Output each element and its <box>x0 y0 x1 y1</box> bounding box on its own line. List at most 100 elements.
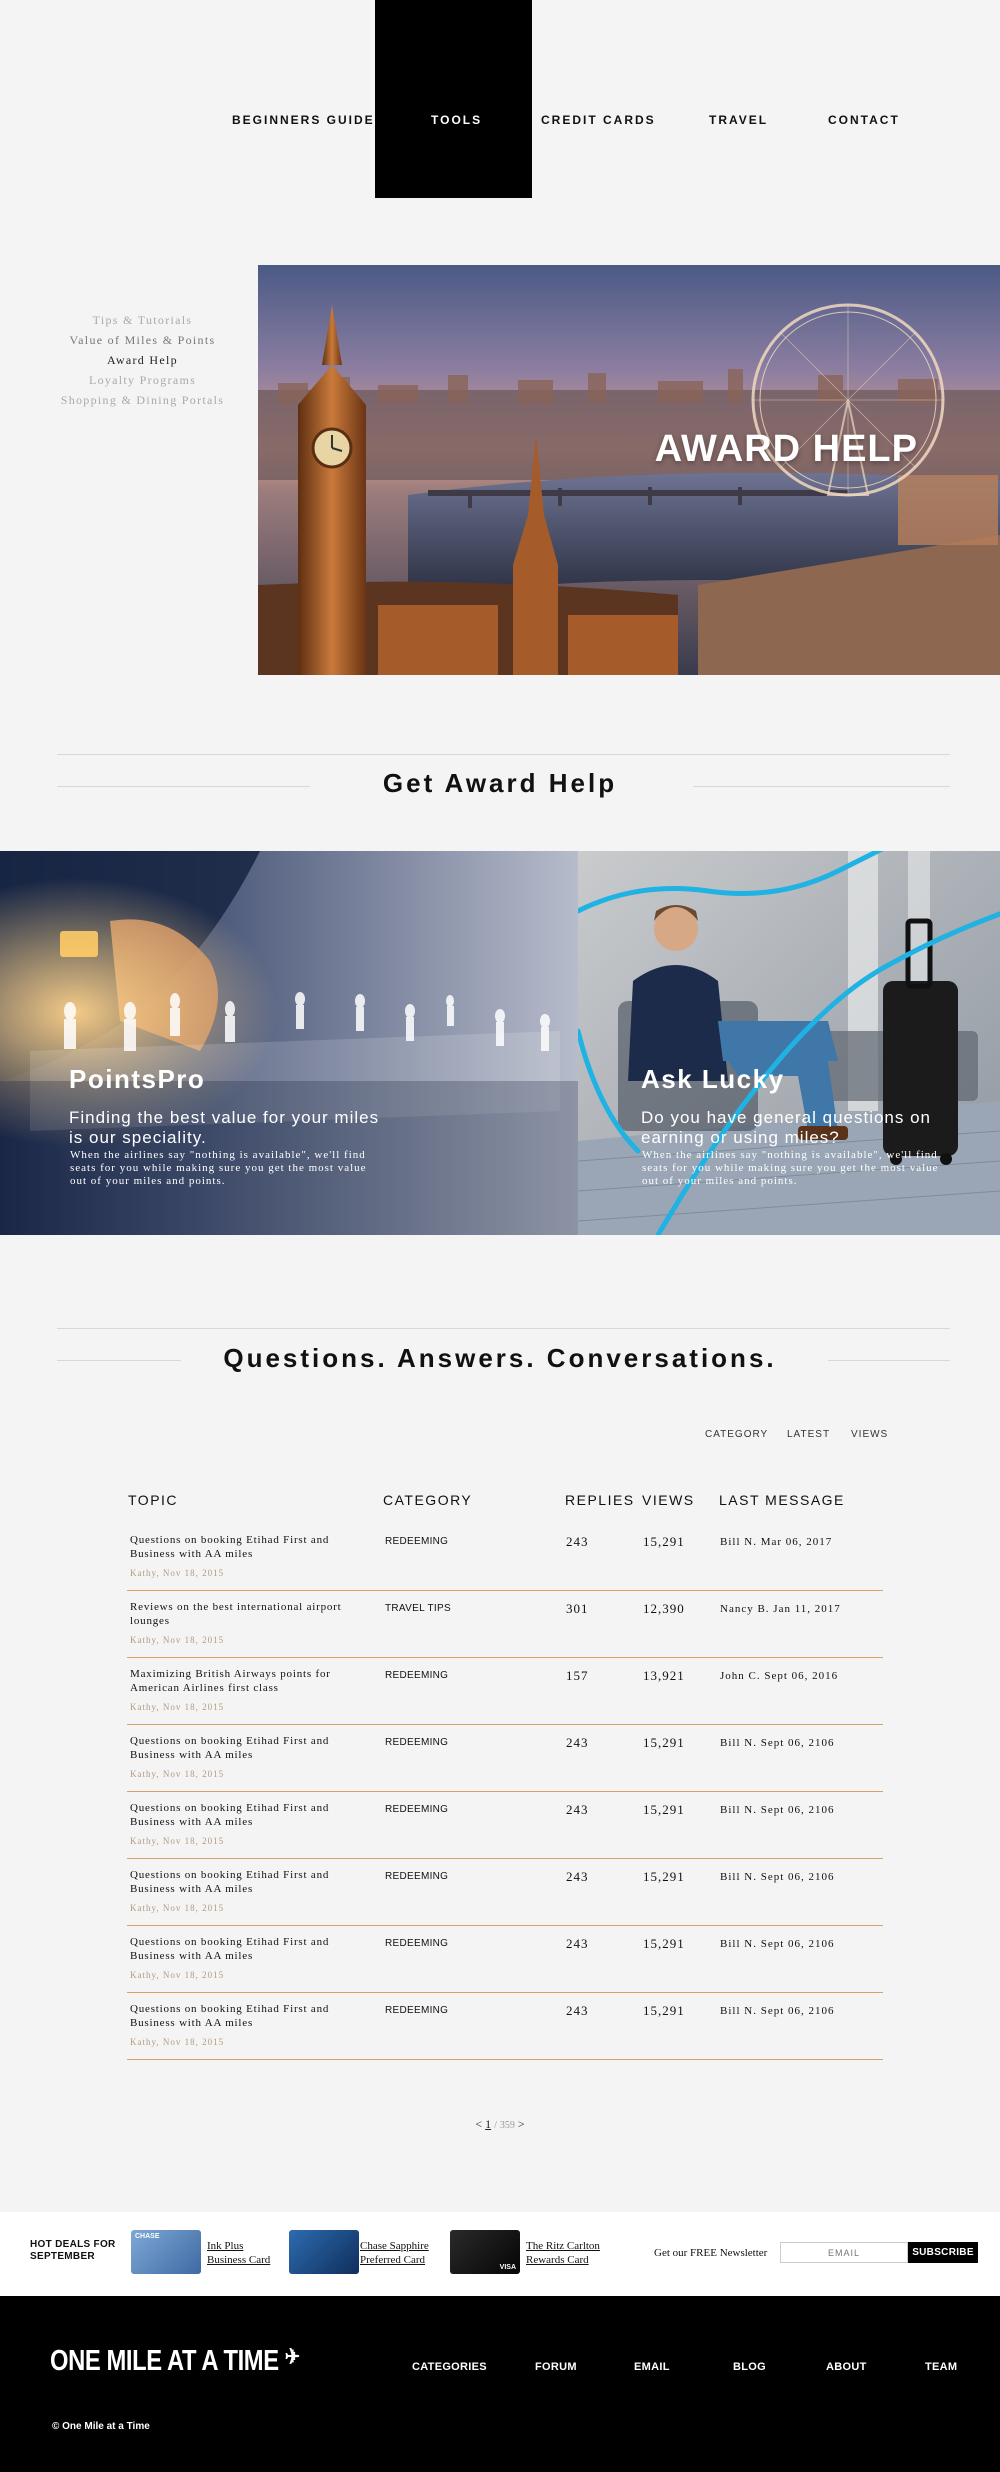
copyright: © One Mile at a Time <box>52 2421 150 2432</box>
footer-link-blog[interactable]: BLOG <box>733 2361 766 2373</box>
topic-link[interactable]: Reviews on the best international airpor… <box>130 1600 370 1628</box>
table-row[interactable]: Questions on booking Etihad First and Bu… <box>127 1725 883 1792</box>
sort-by-category[interactable]: CATEGORY <box>705 1429 768 1440</box>
topic-views: 15,291 <box>643 1936 685 1951</box>
nav-item-travel[interactable]: TRAVEL <box>709 113 768 127</box>
pagination-current[interactable]: 1 <box>485 2117 491 2131</box>
table-row[interactable]: Questions on booking Etihad First and Bu… <box>127 1524 883 1591</box>
subscribe-button[interactable]: SUBSCRIBE <box>908 2242 978 2263</box>
deal-ritz-line1: The Ritz Carlton <box>526 2240 600 2252</box>
topic-replies: 243 <box>566 1802 589 1817</box>
footer-link-categories[interactable]: CATEGORIES <box>412 2361 487 2373</box>
topic-replies: 243 <box>566 1936 589 1951</box>
topic-link[interactable]: Questions on booking Etihad First and Bu… <box>130 1935 370 1963</box>
hero-title: AWARD HELP <box>654 428 918 470</box>
topic-replies: 301 <box>566 1601 589 1616</box>
topic-replies: 243 <box>566 1534 589 1549</box>
topic-last-message: Bill N. Sept 06, 2106 <box>720 1737 835 1749</box>
site-footer: ONE MILE AT A TIME ✈ CATEGORIES FORUM EM… <box>0 2296 1000 2472</box>
topic-link[interactable]: Questions on booking Etihad First and Bu… <box>130 1868 370 1896</box>
topic-last-message: Nancy B. Jan 11, 2017 <box>720 1603 841 1615</box>
pointspro-description: When the airlines say "nothing is availa… <box>70 1149 367 1187</box>
topic-category: REDEEMING <box>385 1737 449 1748</box>
section-title-forum: Questions. Answers. Conversations. <box>223 1343 777 1373</box>
pagination-prev[interactable]: < <box>475 2117 482 2131</box>
footer-link-about[interactable]: ABOUT <box>826 2361 867 2373</box>
section-title-award-help: Get Award Help <box>382 768 618 798</box>
deal-ink-plus-link[interactable]: Ink Plus Business Card <box>207 2239 270 2267</box>
table-row[interactable]: Questions on booking Etihad First and Bu… <box>127 1926 883 1993</box>
nav-item-tools[interactable]: TOOLS <box>431 113 482 127</box>
topic-link[interactable]: Questions on booking Etihad First and Bu… <box>130 2002 370 2030</box>
topic-category: REDEEMING <box>385 1938 449 1949</box>
table-row[interactable]: Questions on booking Etihad First and Bu… <box>127 1792 883 1859</box>
topic-link[interactable]: Questions on booking Etihad First and Bu… <box>130 1801 370 1829</box>
deal-ink-plus-line1: Ink Plus <box>207 2240 244 2252</box>
table-row[interactable]: Reviews on the best international airpor… <box>127 1591 883 1658</box>
topic-link[interactable]: Questions on booking Etihad First and Bu… <box>130 1533 370 1561</box>
column-header-views: VIEWS <box>642 1492 695 1508</box>
top-navigation: BEGINNERS GUIDE TOOLS CREDIT CARDS TRAVE… <box>0 0 1000 200</box>
ink-plus-card-image[interactable]: CHASE <box>131 2230 201 2274</box>
sapphire-card-image[interactable] <box>289 2230 359 2274</box>
deal-ritz-link[interactable]: The Ritz Carlton Rewards Card <box>526 2239 600 2267</box>
topic-category: REDEEMING <box>385 1536 449 1547</box>
table-row[interactable]: Questions on booking Etihad First and Bu… <box>127 1993 883 2060</box>
topic-author: Kathy, Nov 18, 2015 <box>130 1836 225 1846</box>
topic-category: REDEEMING <box>385 1670 449 1681</box>
topic-views: 15,291 <box>643 1869 685 1884</box>
topic-category: REDEEMING <box>385 2005 449 2016</box>
deal-sapphire-line1: Chase Sapphire <box>360 2240 429 2252</box>
sort-by-views[interactable]: VIEWS <box>851 1429 888 1440</box>
deals-title-line2: SEPTEMBER <box>30 2251 95 2262</box>
topic-last-message: Bill N. Sept 06, 2106 <box>720 1804 835 1816</box>
section-divider <box>57 1328 950 1329</box>
sort-by-latest[interactable]: LATEST <box>787 1429 830 1440</box>
pagination-next[interactable]: > <box>518 2117 525 2131</box>
topic-link[interactable]: Maximizing British Airways points for Am… <box>130 1667 370 1695</box>
nav-active-highlight <box>375 0 532 198</box>
table-row[interactable]: Maximizing British Airways points for Am… <box>127 1658 883 1725</box>
table-row[interactable]: Questions on booking Etihad First and Bu… <box>127 1859 883 1926</box>
footer-link-team[interactable]: TEAM <box>925 2361 957 2373</box>
topic-replies: 243 <box>566 1735 589 1750</box>
topic-views: 15,291 <box>643 1534 685 1549</box>
sidebar-item-shopping-dining[interactable]: Shopping & Dining Portals <box>40 390 245 410</box>
sidebar-item-loyalty-programs[interactable]: Loyalty Programs <box>40 370 245 390</box>
deal-ritz-line2: Rewards Card <box>526 2254 589 2266</box>
deals-title: HOT DEALS FOR SEPTEMBER <box>30 2239 116 2263</box>
topic-views: 15,291 <box>643 1735 685 1750</box>
nav-item-credit-cards[interactable]: CREDIT CARDS <box>541 113 656 127</box>
topic-category: REDEEMING <box>385 1871 449 1882</box>
pointspro-subtitle: Finding the best value for your miles is… <box>69 1108 380 1147</box>
deals-title-line1: HOT DEALS FOR <box>30 2239 116 2250</box>
topic-link[interactable]: Questions on booking Etihad First and Bu… <box>130 1734 370 1762</box>
topic-last-message: John C. Sept 06, 2016 <box>720 1670 839 1682</box>
newsletter-email-input[interactable] <box>780 2242 908 2263</box>
pointspro-title: PointsPro <box>69 1064 206 1094</box>
sidebar-nav: Tips & Tutorials Value of Miles & Points… <box>40 310 245 410</box>
ritz-card-image[interactable]: VISA <box>450 2230 520 2274</box>
footer-link-forum[interactable]: FORUM <box>535 2361 577 2373</box>
pointspro-content: PointsPro Finding the best value for you… <box>0 851 578 1235</box>
deal-sapphire-link[interactable]: Chase Sapphire Preferred Card <box>360 2239 429 2267</box>
pagination-separator: / <box>494 2120 497 2131</box>
topic-author: Kathy, Nov 18, 2015 <box>130 2037 225 2047</box>
nav-item-contact[interactable]: CONTACT <box>828 113 900 127</box>
topic-views: 12,390 <box>643 1601 685 1616</box>
topic-author: Kathy, Nov 18, 2015 <box>130 1970 225 1980</box>
site-logo[interactable]: ONE MILE AT A TIME ✈ <box>50 2344 300 2378</box>
hero-banner: AWARD HELP <box>258 265 1000 675</box>
topic-replies: 243 <box>566 1869 589 1884</box>
footer-link-email[interactable]: EMAIL <box>634 2361 670 2373</box>
card-brand-label: CHASE <box>135 2233 160 2240</box>
ask-lucky-card[interactable]: Ask Lucky Do you have general questions … <box>578 851 1000 1235</box>
topic-category: REDEEMING <box>385 1804 449 1815</box>
topic-replies: 157 <box>566 1668 589 1683</box>
pointspro-card[interactable]: PointsPro Finding the best value for you… <box>0 851 578 1235</box>
nav-item-beginners-guide[interactable]: BEGINNERS GUIDE <box>232 113 375 127</box>
sidebar-item-tips-tutorials[interactable]: Tips & Tutorials <box>40 310 245 330</box>
sidebar-item-award-help[interactable]: Award Help <box>40 350 245 370</box>
sidebar-item-value-of-miles[interactable]: Value of Miles & Points <box>40 330 245 350</box>
column-header-topic: TOPIC <box>128 1492 179 1508</box>
